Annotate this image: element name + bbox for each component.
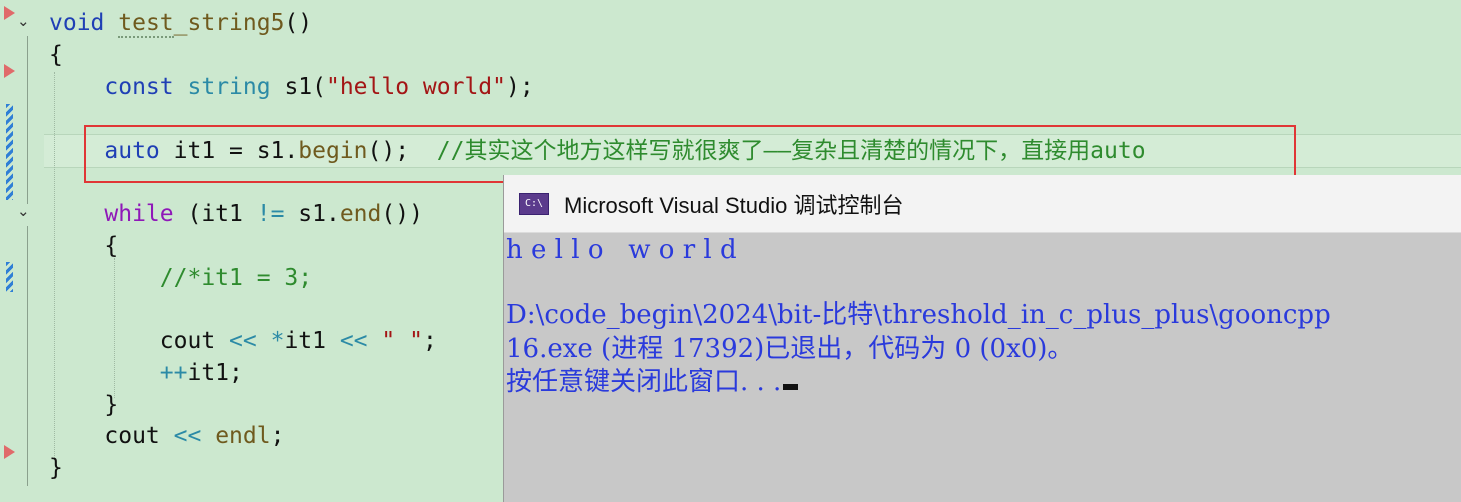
code-token: it1 bbox=[284, 328, 340, 354]
code-token: { bbox=[49, 233, 119, 259]
breakpoint-marker[interactable] bbox=[4, 64, 15, 78]
editor-gutter: ⌄ ⌄ bbox=[0, 0, 44, 502]
breakpoint-marker[interactable] bbox=[4, 445, 15, 459]
line-comment-assign[interactable]: //*it1 = 3; bbox=[49, 262, 312, 294]
fold-toggle-icon[interactable]: ⌄ bbox=[17, 12, 30, 30]
console-app-icon: C:\ bbox=[519, 192, 549, 215]
line-cout-endl[interactable]: cout << endl; bbox=[49, 420, 284, 452]
fold-range-line bbox=[27, 226, 28, 486]
change-indicator bbox=[6, 262, 13, 292]
code-token: cout bbox=[49, 423, 174, 449]
console-cursor bbox=[783, 384, 799, 390]
fold-toggle-icon[interactable]: ⌄ bbox=[17, 202, 30, 220]
line-cout-it1[interactable]: cout << *it1 << " "; bbox=[49, 325, 437, 357]
line-while-close[interactable]: } bbox=[49, 389, 118, 421]
line-increment[interactable]: ++it1; bbox=[49, 357, 243, 389]
line-while-open[interactable]: { bbox=[49, 230, 118, 262]
code-token: () bbox=[284, 10, 313, 36]
code-token: << bbox=[339, 328, 368, 354]
console-line: D:\code_begin\2024\bit-比特\threshold_in_c… bbox=[506, 300, 1331, 330]
code-token: string bbox=[187, 74, 271, 100]
console-line: h e l l o w o r l d bbox=[506, 235, 737, 265]
line-close-brace[interactable]: } bbox=[49, 452, 63, 484]
code-token: ; bbox=[270, 423, 285, 449]
code-token: const bbox=[104, 74, 174, 100]
breakpoint-marker[interactable] bbox=[4, 6, 15, 20]
code-token: ; bbox=[422, 328, 437, 354]
code-token: test bbox=[118, 10, 174, 38]
console-titlebar[interactable]: C:\ Microsoft Visual Studio 调试控制台 bbox=[504, 175, 1461, 233]
code-token: ++ bbox=[159, 360, 188, 386]
code-token: it1; bbox=[187, 360, 243, 386]
code-token: "hello world" bbox=[325, 74, 506, 100]
code-token: { bbox=[49, 42, 63, 68]
code-token: << bbox=[173, 423, 202, 449]
console-title: Microsoft Visual Studio 调试控制台 bbox=[564, 192, 904, 218]
code-token: (it1 bbox=[173, 201, 257, 227]
code-token: s1. bbox=[284, 201, 340, 227]
code-token: _string5 bbox=[173, 10, 285, 36]
code-token: ()) bbox=[381, 201, 423, 227]
code-token: } bbox=[49, 455, 63, 481]
code-token: } bbox=[49, 392, 119, 418]
console-prompt-text: 按任意键关闭此窗口. . . bbox=[506, 367, 782, 397]
line-while[interactable]: while (it1 != s1.end()) bbox=[49, 198, 423, 230]
code-token: ); bbox=[506, 74, 534, 100]
code-token: * bbox=[270, 328, 285, 354]
line-open-brace[interactable]: { bbox=[49, 39, 63, 71]
code-token: s1( bbox=[270, 74, 326, 100]
code-token: while bbox=[104, 201, 174, 227]
code-token: " " bbox=[381, 328, 423, 354]
console-line: 16.exe (进程 17392)已退出，代码为 0 (0x0)。 bbox=[506, 334, 1074, 364]
code-token: endl bbox=[215, 423, 271, 449]
code-token: != bbox=[256, 201, 285, 227]
console-line: 按任意键关闭此窗口. . . bbox=[506, 366, 799, 398]
code-token: end bbox=[339, 201, 382, 227]
code-token: << bbox=[229, 328, 257, 354]
code-token: void bbox=[49, 10, 105, 36]
line-const-string[interactable]: const string s1("hello world"); bbox=[49, 71, 534, 103]
line-func-decl[interactable]: void test_string5() bbox=[49, 7, 312, 39]
code-token: cout bbox=[49, 328, 230, 354]
debug-console-window[interactable]: C:\ Microsoft Visual Studio 调试控制台 h e l … bbox=[503, 175, 1461, 502]
change-indicator bbox=[6, 104, 13, 200]
fold-range-line bbox=[27, 36, 28, 204]
code-token: //*it1 = 3; bbox=[159, 265, 313, 291]
